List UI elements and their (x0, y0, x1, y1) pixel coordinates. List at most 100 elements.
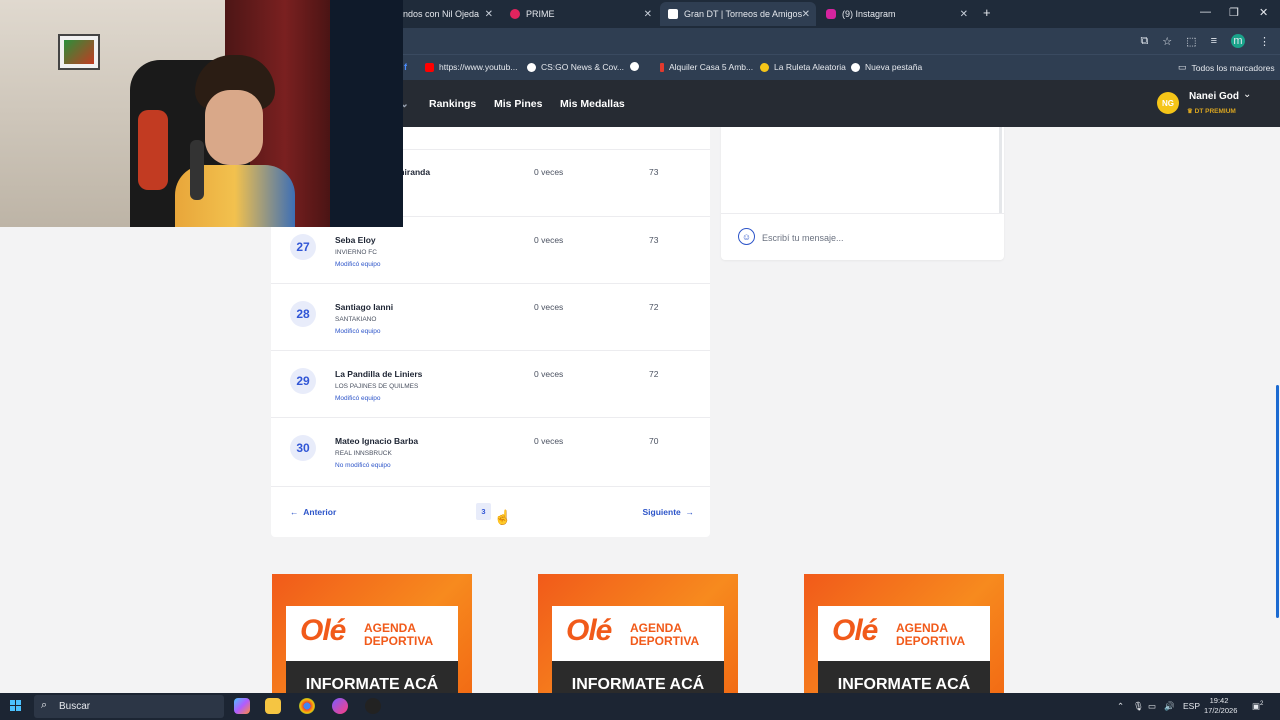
bookmark-globe[interactable] (630, 62, 644, 71)
app-icon[interactable] (332, 698, 348, 714)
close-icon[interactable]: ✕ (802, 9, 810, 20)
minimize-button[interactable]: — (1200, 6, 1211, 18)
nav-mis-medallas[interactable]: Mis Medallas (560, 98, 625, 110)
ole-ad-banner[interactable]: Olé AGENDA DEPORTIVA INFORMATE ACÁ (272, 574, 472, 694)
windows-taskbar: ⌕ Buscar ⌃ 🎙 ▭ 🔊 ESP 19:42 17/2/2026 ▣2 (0, 693, 1280, 720)
bookmark-star-icon[interactable]: ☆ (1162, 35, 1172, 48)
bookmark-alquiler[interactable]: Alquiler Casa 5 Amb... (660, 62, 753, 72)
notification-icon[interactable]: ▣2 (1252, 701, 1263, 712)
toolbar-icons: ⧉ ☆ ⬚ ≡ m ⋮ (1140, 28, 1280, 54)
table-row[interactable]: 27 Seba Eloy INVIERNO FC Modificó equipo… (271, 217, 710, 284)
nav-rankings[interactable]: Rankings (429, 98, 476, 110)
webcam-picture-inner (64, 40, 94, 64)
bookmark-label: https://www.youtub... (439, 62, 518, 72)
bookmark-nueva-pestana[interactable]: Nueva pestaña (851, 62, 922, 72)
microphone-tray-icon[interactable]: 🎙 (1133, 701, 1144, 712)
youtube-icon (425, 62, 434, 72)
globe-icon (630, 62, 639, 71)
team-name: LOS PAJINES DE QUILMES (335, 383, 419, 390)
facebook-icon: f (404, 62, 407, 72)
table-row[interactable]: 29 La Pandilla de Liniers LOS PAJINES DE… (271, 351, 710, 418)
copilot-icon[interactable] (234, 698, 250, 714)
network-icon[interactable]: ▭ (1148, 701, 1156, 712)
bookmark-csgo[interactable]: CS:GO News & Cov... (527, 62, 624, 72)
windows-start-icon[interactable] (10, 700, 22, 712)
previous-label: Anterior (303, 507, 337, 517)
team-status: No modificó equipo (335, 462, 391, 469)
close-icon[interactable]: ✕ (960, 9, 968, 20)
ad-agenda: AGENDA DEPORTIVA (364, 622, 433, 648)
webcam-picture-frame (58, 34, 100, 70)
emoji-icon[interactable]: ☺ (738, 228, 755, 245)
chevron-up-icon[interactable]: ⌃ (1117, 701, 1124, 712)
bookmark-label: Alquiler Casa 5 Amb... (669, 62, 754, 72)
table-row[interactable]: 28 Santiago Ianni SANTAKIANO Modificó eq… (271, 284, 710, 351)
ad-agenda: AGENDA DEPORTIVA (630, 622, 699, 648)
user-name[interactable]: Nanei God (1189, 91, 1239, 102)
new-tab-button[interactable]: + (983, 5, 991, 20)
team-status: Modificó equipo (335, 261, 381, 268)
ad-cta: INFORMATE ACÁ (571, 676, 705, 693)
tab-prime[interactable]: PRIME ✕ (502, 2, 658, 26)
clock[interactable]: 19:42 17/2/2026 (1204, 696, 1238, 716)
all-bookmarks[interactable]: ▭ Todos los marcadores (1178, 62, 1275, 73)
veces-value: 0 veces (534, 167, 564, 177)
menu-kebab-icon[interactable]: ⋮ (1259, 35, 1270, 48)
ad-line2: DEPORTIVA (896, 634, 966, 648)
ole-logo: Olé (832, 614, 878, 647)
team-name: REAL INNSBRUCK (335, 450, 392, 457)
user-menu-chevron-icon[interactable]: ⌄ (1243, 89, 1251, 100)
facebook-bookmark[interactable]: f (404, 62, 407, 72)
webcam-chair-accent (138, 110, 168, 190)
restore-button[interactable]: ❐ (1229, 6, 1239, 19)
previous-page-button[interactable]: ← Anterior (290, 507, 336, 517)
clock-time: 19:42 (1209, 696, 1229, 705)
taskbar-search-input[interactable]: ⌕ Buscar (34, 695, 224, 718)
media-control-icon[interactable]: ≡ (1211, 35, 1217, 47)
extensions-icon[interactable]: ⬚ (1186, 35, 1196, 48)
tab-nil-ojeda[interactable]: ndos con Nil Ojeda ✕ (395, 2, 499, 26)
webcam-dark-area (330, 0, 403, 227)
ad-line1: AGENDA (630, 621, 683, 635)
ad-cta: INFORMATE ACÁ (305, 676, 439, 693)
player-name: La Pandilla de Liniers (335, 369, 423, 379)
profile-avatar[interactable]: m (1231, 34, 1245, 48)
bookmark-youtube[interactable]: https://www.youtub... (425, 62, 517, 72)
bookmark-ruleta[interactable]: La Ruleta Aleatoria (760, 62, 846, 72)
language-indicator[interactable]: ESP (1183, 701, 1200, 711)
table-row[interactable]: 30 Mateo Ignacio Barba REAL INNSBRUCK No… (271, 418, 710, 487)
nav-mis-pines[interactable]: Mis Pines (494, 98, 542, 110)
ad-line1: AGENDA (896, 621, 949, 635)
chat-input[interactable]: Escribí tu mensaje... (762, 233, 844, 243)
volume-icon[interactable]: 🔊 (1164, 701, 1175, 712)
next-label: Siguiente (642, 507, 681, 517)
chat-panel: ☺ Escribí tu mensaje... (721, 127, 1004, 260)
install-app-icon[interactable]: ⧉ (1140, 35, 1148, 48)
scrollbar-thumb[interactable] (1276, 385, 1279, 618)
chrome-icon[interactable] (299, 698, 315, 714)
game-app-icon[interactable] (365, 698, 381, 714)
tab-instagram[interactable]: (9) Instagram ✕ (818, 2, 974, 26)
team-name: INVIERNO FC (335, 249, 377, 256)
tab-gran-dt[interactable]: Gran DT | Torneos de Amigos ✕ (660, 2, 816, 26)
ole-ad-banner[interactable]: Olé AGENDA DEPORTIVA INFORMATE ACÁ (538, 574, 738, 694)
ole-logo: Olé (566, 614, 612, 647)
close-window-button[interactable]: ✕ (1259, 6, 1268, 19)
chat-messages[interactable] (721, 127, 1002, 213)
current-page-button[interactable]: 3 (476, 503, 491, 520)
tab-label: ndos con Nil Ojeda (403, 9, 480, 19)
bookmark-label: CS:GO News & Cov... (541, 62, 624, 72)
ole-ad-banner[interactable]: Olé AGENDA DEPORTIVA INFORMATE ACÁ (804, 574, 1004, 694)
close-icon[interactable]: ✕ (644, 9, 652, 20)
points-value: 70 (649, 436, 659, 446)
avatar[interactable]: NG (1157, 92, 1179, 114)
points-value: 73 (649, 167, 659, 177)
ad-agenda: AGENDA DEPORTIVA (896, 622, 965, 648)
close-icon[interactable]: ✕ (485, 9, 493, 20)
bookmark-label: Todos los marcadores (1191, 62, 1275, 73)
file-explorer-icon[interactable] (265, 698, 281, 714)
tab-label: Gran DT | Torneos de Amigos (684, 9, 803, 19)
points-value: 72 (649, 302, 659, 312)
clock-date: 17/2/2026 (1204, 706, 1238, 715)
next-page-button[interactable]: Siguiente → (643, 507, 695, 517)
